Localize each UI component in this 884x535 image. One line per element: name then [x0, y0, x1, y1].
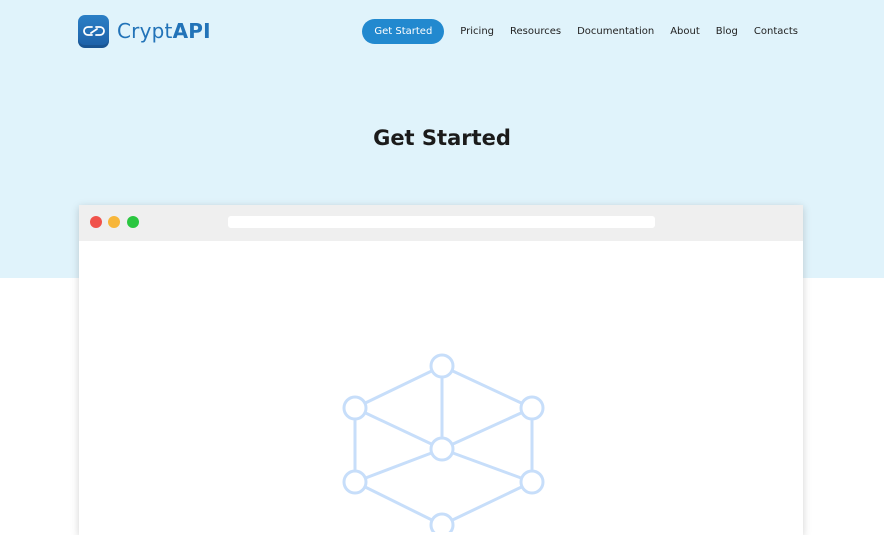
logo-text-prefix: Crypt: [117, 19, 173, 43]
maximize-dot-icon: [127, 216, 139, 228]
close-dot-icon: [90, 216, 102, 228]
main-nav: Get Started Pricing Resources Documentat…: [362, 19, 798, 44]
nav-link-contacts[interactable]: Contacts: [754, 26, 798, 37]
nav-link-about[interactable]: About: [670, 26, 700, 37]
nav-link-blog[interactable]: Blog: [716, 26, 738, 37]
address-bar: [228, 216, 655, 228]
browser-title-bar: [79, 205, 803, 241]
page-title: Get Started: [373, 126, 511, 150]
logo-wordmark: CryptAPI: [117, 21, 211, 41]
logo-text-suffix: API: [172, 19, 211, 43]
chain-link-icon: [78, 14, 109, 48]
nav-link-pricing[interactable]: Pricing: [460, 26, 494, 37]
logo-link[interactable]: CryptAPI: [78, 14, 211, 48]
nav-link-documentation[interactable]: Documentation: [577, 26, 654, 37]
network-cube-icon: [342, 353, 545, 532]
browser-mockup: [79, 205, 803, 535]
browser-content: [82, 241, 800, 535]
minimize-dot-icon: [108, 216, 120, 228]
get-started-button[interactable]: Get Started: [362, 19, 445, 44]
nav-link-resources[interactable]: Resources: [510, 26, 561, 37]
